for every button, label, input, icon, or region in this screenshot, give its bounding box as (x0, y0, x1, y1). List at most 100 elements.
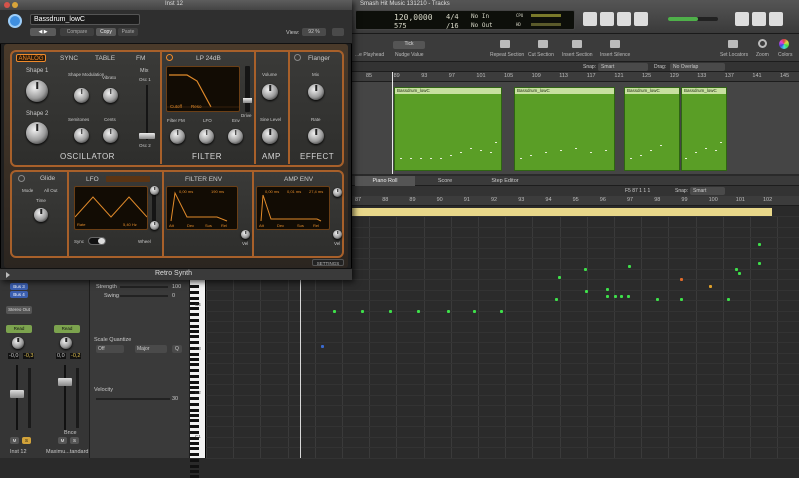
tab-piano-roll[interactable]: Piano Roll (355, 176, 415, 186)
black-key[interactable] (190, 330, 199, 333)
midi-note[interactable] (680, 298, 683, 301)
drag-select[interactable]: No Overlap (670, 63, 725, 71)
tab-table[interactable]: TABLE (95, 55, 115, 62)
black-key[interactable] (190, 369, 199, 372)
midi-note[interactable] (473, 310, 476, 313)
black-key[interactable] (190, 409, 199, 412)
glide-power-icon[interactable] (18, 175, 25, 182)
view-zoom-select[interactable]: 92 % (302, 28, 326, 36)
black-key[interactable] (190, 447, 199, 450)
lfo-wave-selector[interactable] (106, 176, 150, 182)
midi-note[interactable] (361, 310, 364, 313)
midi-note[interactable] (656, 298, 659, 301)
filter-lfo-knob[interactable] (199, 129, 214, 144)
black-key[interactable] (190, 403, 199, 406)
editor-snap-select[interactable]: Smart (690, 187, 725, 195)
tab-analog[interactable]: ANALOG (16, 54, 46, 62)
black-key[interactable] (190, 442, 199, 445)
filter-power-icon[interactable] (166, 54, 173, 61)
black-key[interactable] (190, 419, 199, 422)
semitones-knob[interactable] (74, 128, 89, 143)
black-key[interactable] (190, 353, 199, 356)
lfo-depth-icon[interactable] (150, 186, 159, 195)
list-view-icon[interactable] (735, 12, 749, 26)
black-key[interactable] (190, 363, 199, 366)
power-icon[interactable] (8, 14, 22, 28)
move-playhead-tool[interactable]: ...e Playhead (355, 52, 384, 58)
master-volume-slider[interactable] (668, 17, 718, 21)
midi-note[interactable] (558, 276, 561, 279)
fader-1[interactable] (10, 390, 24, 398)
black-key[interactable] (190, 381, 199, 384)
scale-major-select[interactable]: Major (135, 345, 167, 353)
midi-region[interactable]: Bassdrum_lowC (514, 87, 615, 171)
osc-mix-slider[interactable] (146, 85, 148, 140)
midi-note[interactable] (584, 268, 587, 271)
osc-mix-handle[interactable] (139, 133, 155, 139)
tracks-ruler[interactable]: 85 89 93 97 101 105 109 113 117 121 125 129 133 137 14… (350, 72, 799, 82)
paste-button[interactable]: Paste (118, 28, 138, 36)
midi-note[interactable] (738, 272, 741, 275)
black-key[interactable] (190, 375, 199, 378)
midi-note[interactable] (758, 243, 761, 246)
midi-note[interactable] (680, 278, 683, 281)
tab-fm[interactable]: FM (136, 55, 145, 62)
browser-icon[interactable] (769, 12, 783, 26)
region-bar[interactable] (352, 208, 772, 216)
settings-button[interactable]: SETTINGS (312, 259, 344, 266)
strength-slider[interactable] (120, 286, 168, 288)
automation-read-1[interactable]: Read (6, 325, 32, 333)
black-key[interactable] (190, 313, 199, 316)
solo-button-1[interactable]: S (22, 437, 31, 444)
black-key[interactable] (190, 358, 199, 361)
filter-display[interactable]: Cutoff Reso (166, 66, 240, 112)
black-key[interactable] (190, 285, 199, 288)
midi-note[interactable] (606, 295, 609, 298)
lcd-display[interactable]: 120,0000 575 4/4 /16 No In No Out CPU HD (355, 10, 575, 30)
black-key[interactable] (190, 453, 199, 456)
effect-power-icon[interactable] (294, 54, 301, 61)
playhead-top[interactable] (392, 72, 393, 174)
glide-mode-value[interactable]: All Out (44, 188, 58, 193)
black-key[interactable] (190, 470, 199, 473)
black-key[interactable] (190, 319, 199, 322)
bus-3-send[interactable]: Bus 3 (10, 283, 28, 290)
repeat-section-tool[interactable]: Repeat Section (490, 52, 524, 58)
filter-env-display[interactable]: 0,00 ms 190 ms Att Dec Sus Rel (166, 186, 238, 230)
midi-note[interactable] (606, 288, 609, 291)
black-key[interactable] (190, 465, 199, 468)
shape-modulation-knob[interactable] (74, 88, 89, 103)
midi-note[interactable] (620, 295, 623, 298)
filter-type-label[interactable]: LP 24dB (196, 55, 221, 62)
tuner-toggle[interactable] (634, 12, 648, 26)
window-minimize-icon[interactable] (12, 2, 18, 8)
black-key[interactable] (190, 335, 199, 338)
black-key[interactable] (190, 291, 199, 294)
filter-env-vel-icon[interactable] (241, 230, 250, 239)
midi-note[interactable] (447, 310, 450, 313)
metronome-toggle[interactable] (600, 12, 614, 26)
copy-button[interactable]: Copy (96, 28, 116, 36)
lfo-wheel-icon[interactable] (150, 221, 159, 230)
solo-button-2[interactable]: S (70, 437, 79, 444)
midi-note[interactable] (417, 310, 420, 313)
filter-fm-knob[interactable] (170, 129, 185, 144)
midi-note[interactable] (727, 298, 730, 301)
tab-sync[interactable]: SYNC (60, 55, 78, 62)
automation-read-2[interactable]: Read (54, 325, 80, 333)
tab-step-editor[interactable]: Step Editor (475, 176, 535, 186)
insert-section-tool[interactable]: Insert Section (562, 52, 593, 58)
swing-slider[interactable] (120, 295, 168, 297)
solo-toggle[interactable] (583, 12, 597, 26)
preset-select[interactable]: Bassdrum_lowC (30, 14, 140, 25)
midi-note[interactable] (627, 295, 630, 298)
insert-silence-tool[interactable]: Insert Silence (600, 52, 630, 58)
snap-select[interactable]: Smart (598, 63, 648, 71)
midi-note[interactable] (500, 310, 503, 313)
midi-note[interactable] (555, 298, 558, 301)
notes-icon[interactable] (752, 12, 766, 26)
zoom-tool[interactable]: Zoom (756, 52, 769, 58)
lfo-display[interactable]: Rate 5,40 Hz (74, 186, 148, 230)
black-key[interactable] (190, 386, 199, 389)
sine-level-knob[interactable] (262, 128, 278, 144)
